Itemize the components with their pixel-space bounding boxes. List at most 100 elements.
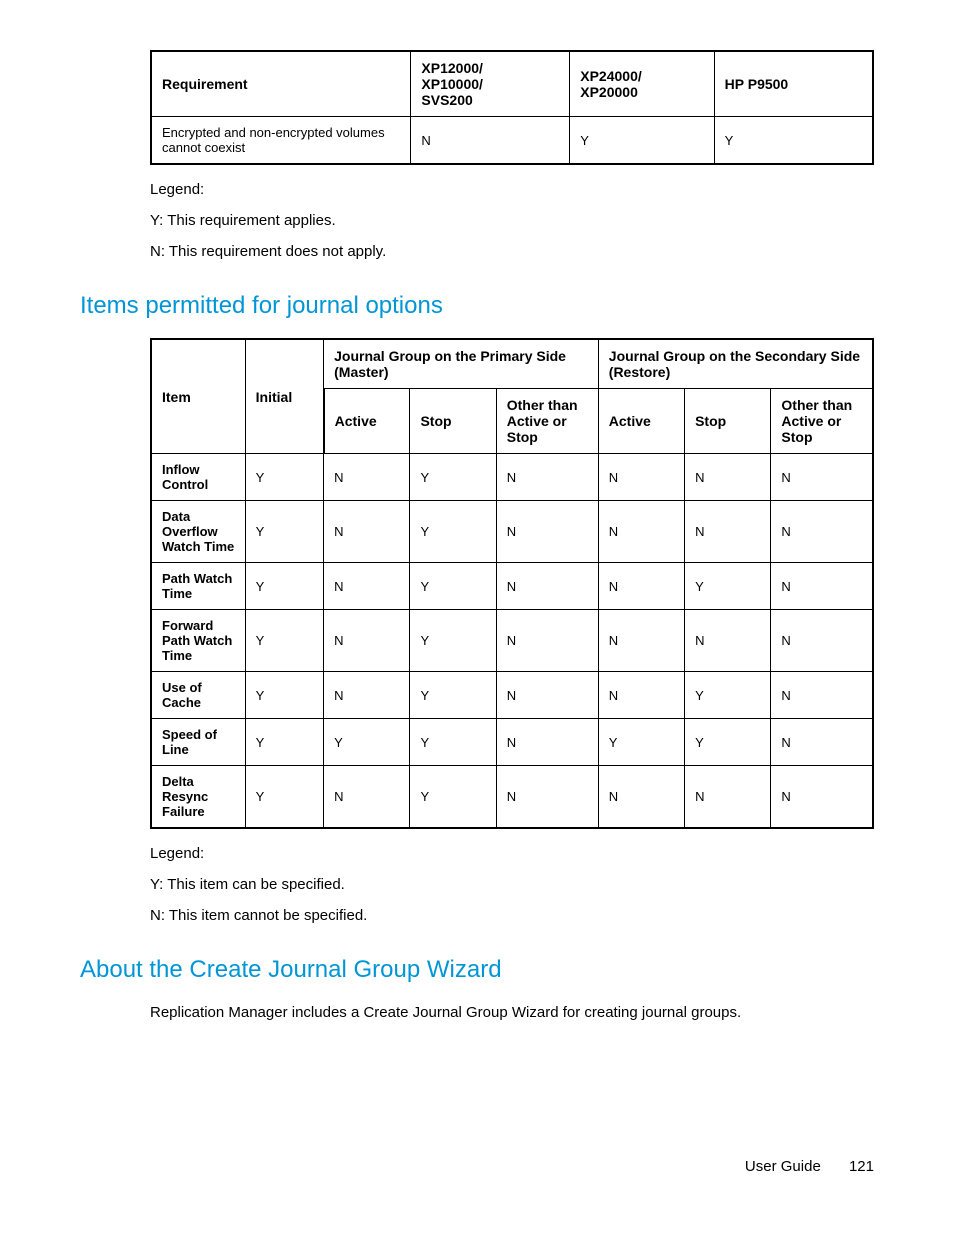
footer-label: User Guide	[745, 1158, 821, 1175]
journal-options-table: Item Initial Journal Group on the Primar…	[150, 338, 874, 829]
col-active: Active	[324, 389, 410, 454]
cell: Y	[410, 610, 496, 672]
col-secondary: Journal Group on the Secondary Side (Res…	[598, 339, 873, 389]
cell: Y	[685, 563, 771, 610]
legend-n: N: This item cannot be specified.	[150, 905, 874, 926]
cell: N	[496, 563, 598, 610]
table1-wrapper: Requirement XP12000/ XP10000/ SVS200 XP2…	[150, 50, 874, 262]
table-row: Item Initial Journal Group on the Primar…	[151, 339, 873, 389]
row-label: Use of Cache	[151, 672, 245, 719]
cell: N	[496, 610, 598, 672]
cell: N	[324, 454, 410, 501]
cell: N	[324, 563, 410, 610]
cell: N	[496, 454, 598, 501]
cell: N	[771, 563, 873, 610]
table-row: Use of Cache Y N Y N N Y N	[151, 672, 873, 719]
legend-title: Legend:	[150, 179, 874, 200]
cell: Y	[685, 672, 771, 719]
cell: Y	[245, 563, 323, 610]
table-row: Encrypted and non-encrypted volumes cann…	[151, 117, 873, 165]
cell: Y	[245, 672, 323, 719]
col-stop: Stop	[685, 389, 771, 454]
table-row: Forward Path Watch Time Y N Y N N N N	[151, 610, 873, 672]
cell: Y	[410, 766, 496, 829]
legend-y: Y: This requirement applies.	[150, 210, 874, 231]
page-number: 121	[849, 1158, 874, 1175]
cell: Y	[714, 117, 873, 165]
row-label: Data Overflow Watch Time	[151, 501, 245, 563]
section-heading-items: Items permitted for journal options	[80, 292, 874, 320]
col-other: Other than Active or Stop	[771, 389, 873, 454]
cell: N	[496, 501, 598, 563]
cell: N	[771, 672, 873, 719]
cell: N	[496, 719, 598, 766]
cell: Y	[410, 454, 496, 501]
cell: N	[324, 501, 410, 563]
cell: N	[598, 501, 684, 563]
col-requirement: Requirement	[151, 51, 411, 117]
table-row: Delta Resync Failure Y N Y N N N N	[151, 766, 873, 829]
cell: Y	[245, 610, 323, 672]
cell: N	[324, 766, 410, 829]
row-label: Delta Resync Failure	[151, 766, 245, 829]
legend-n: N: This requirement does not apply.	[150, 241, 874, 262]
col-other: Other than Active or Stop	[496, 389, 598, 454]
cell: N	[598, 766, 684, 829]
table-row: Speed of Line Y Y Y N Y Y N	[151, 719, 873, 766]
legend-y: Y: This item can be specified.	[150, 874, 874, 895]
cell: N	[598, 454, 684, 501]
cell: N	[496, 766, 598, 829]
cell: N	[324, 672, 410, 719]
cell: Y	[685, 719, 771, 766]
col-initial: Initial	[245, 339, 323, 454]
row-label: Forward Path Watch Time	[151, 610, 245, 672]
cell-label: Encrypted and non-encrypted volumes cann…	[151, 117, 411, 165]
cell: Y	[410, 719, 496, 766]
section-heading-wizard: About the Create Journal Group Wizard	[80, 956, 874, 984]
table-row: Data Overflow Watch Time Y N Y N N N N	[151, 501, 873, 563]
cell: Y	[570, 117, 714, 165]
wizard-paragraph: Replication Manager includes a Create Jo…	[150, 1002, 874, 1023]
cell: Y	[245, 719, 323, 766]
legend-title: Legend:	[150, 843, 874, 864]
cell: N	[685, 610, 771, 672]
cell: N	[598, 672, 684, 719]
page-footer: User Guide 121	[745, 1158, 874, 1175]
cell: Y	[245, 501, 323, 563]
requirements-table: Requirement XP12000/ XP10000/ SVS200 XP2…	[150, 50, 874, 165]
cell: N	[496, 672, 598, 719]
cell: N	[685, 766, 771, 829]
row-label: Inflow Control	[151, 454, 245, 501]
cell: N	[685, 501, 771, 563]
cell: N	[685, 454, 771, 501]
table-row: Requirement XP12000/ XP10000/ SVS200 XP2…	[151, 51, 873, 117]
row-label: Path Watch Time	[151, 563, 245, 610]
cell: N	[598, 610, 684, 672]
col-active: Active	[598, 389, 684, 454]
table-row: Path Watch Time Y N Y N N Y N	[151, 563, 873, 610]
col-p9500: HP P9500	[714, 51, 873, 117]
cell: N	[771, 766, 873, 829]
cell: N	[771, 454, 873, 501]
cell: Y	[245, 454, 323, 501]
cell: Y	[324, 719, 410, 766]
cell: Y	[410, 672, 496, 719]
cell: Y	[410, 501, 496, 563]
cell: N	[771, 610, 873, 672]
col-stop: Stop	[410, 389, 496, 454]
col-xp24000: XP24000/ XP20000	[570, 51, 714, 117]
table2-wrapper: Item Initial Journal Group on the Primar…	[150, 338, 874, 926]
cell: Y	[410, 563, 496, 610]
cell: N	[771, 501, 873, 563]
cell: N	[324, 610, 410, 672]
col-xp12000: XP12000/ XP10000/ SVS200	[411, 51, 570, 117]
col-primary: Journal Group on the Primary Side (Maste…	[324, 339, 599, 389]
cell: N	[411, 117, 570, 165]
cell: Y	[245, 766, 323, 829]
row-label: Speed of Line	[151, 719, 245, 766]
wizard-block: Replication Manager includes a Create Jo…	[150, 1002, 874, 1023]
page: Requirement XP12000/ XP10000/ SVS200 XP2…	[0, 0, 954, 1235]
cell: N	[598, 563, 684, 610]
col-item: Item	[151, 339, 245, 454]
cell: N	[771, 719, 873, 766]
